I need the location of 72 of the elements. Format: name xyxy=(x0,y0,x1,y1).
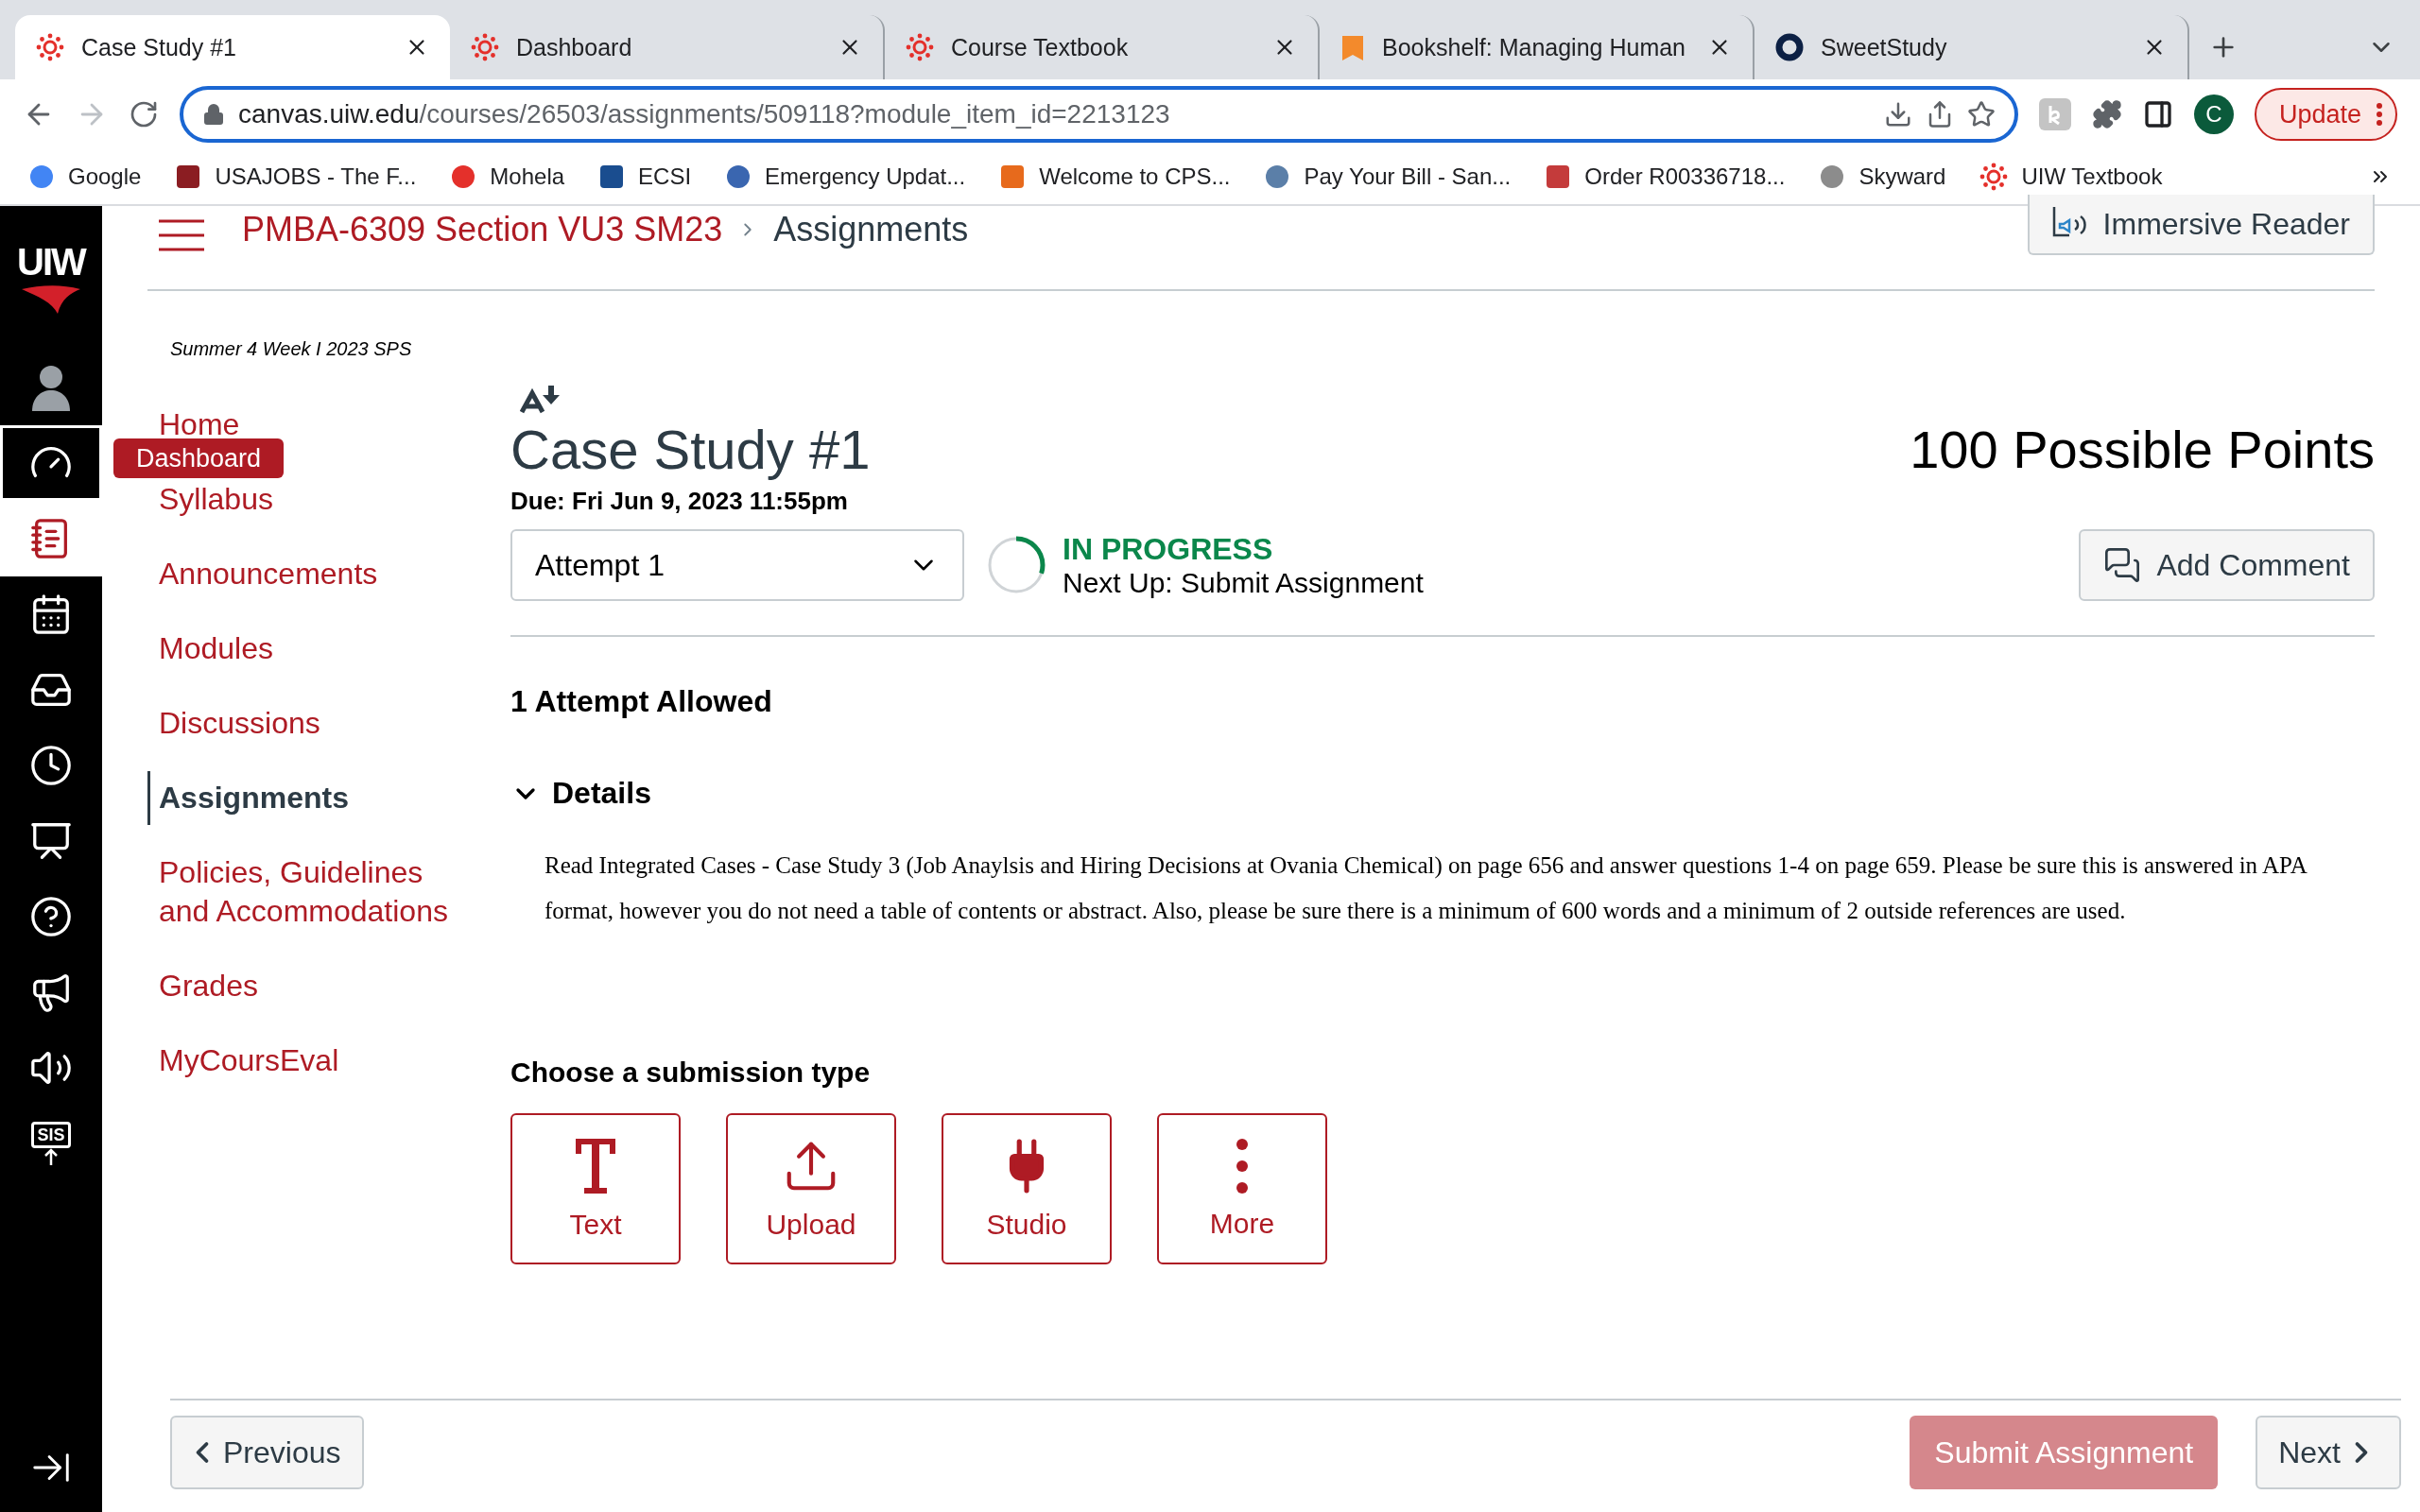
previous-button[interactable]: Previous xyxy=(170,1416,364,1489)
puzzle-icon[interactable] xyxy=(2091,99,2122,129)
course-nav-link[interactable]: Announcements xyxy=(147,547,469,601)
ring-favicon-icon xyxy=(1775,33,1804,61)
attempt-select[interactable]: Attempt 1 xyxy=(510,529,964,601)
canvas-favicon-icon xyxy=(1979,163,2009,191)
canvas-favicon-icon xyxy=(471,33,499,61)
course-nav-link[interactable]: Assignments xyxy=(147,771,469,825)
course-nav-link[interactable]: Policies, Guidelines and Accommodations xyxy=(147,846,469,938)
next-up-text: Next Up: Submit Assignment xyxy=(1063,566,1424,599)
possible-points: 100 Possible Points xyxy=(1910,419,2375,480)
site-favicon-icon xyxy=(598,163,626,190)
canvas-favicon-icon xyxy=(36,33,64,61)
immersive-reader-button[interactable]: Immersive Reader xyxy=(2027,195,2375,255)
bookmark-item[interactable]: Google xyxy=(28,163,142,190)
submission-type-button[interactable]: Studio xyxy=(942,1113,1112,1264)
course-nav-link[interactable]: MyCoursEval xyxy=(147,1034,469,1088)
lock-icon xyxy=(202,103,225,126)
site-favicon-icon xyxy=(1545,163,1572,190)
bookmark-item[interactable]: Emergency Updat... xyxy=(725,163,966,190)
attempts-allowed: 1 Attempt Allowed xyxy=(510,684,773,719)
profile-avatar[interactable]: C xyxy=(2193,94,2234,134)
bookmark-star-icon[interactable] xyxy=(1966,100,1996,129)
university-logo[interactable]: UIW xyxy=(0,206,102,350)
next-button[interactable]: Next xyxy=(2256,1416,2401,1489)
bookmark-item[interactable]: Pay Your Bill - San... xyxy=(1264,163,1512,190)
course-nav-link[interactable]: Grades xyxy=(147,959,469,1013)
submission-type-button[interactable]: Upload xyxy=(726,1113,896,1264)
site-favicon-icon xyxy=(999,163,1027,190)
add-comment-button[interactable]: Add Comment xyxy=(2079,529,2375,601)
course-nav-link[interactable]: Modules xyxy=(147,622,469,676)
breadcrumb-link[interactable]: PMBA-6309 Section VU3 SM23 xyxy=(242,210,723,249)
bookmark-item[interactable]: UIW Textbook xyxy=(1979,163,2163,191)
global-nav-item[interactable] xyxy=(0,425,102,501)
site-favicon-icon xyxy=(28,163,55,190)
bookmark-item[interactable]: Skyward xyxy=(1819,163,1946,190)
browser-tab[interactable]: Case Study #1 xyxy=(15,15,450,79)
update-button[interactable]: Update xyxy=(2254,88,2397,141)
course-nav-link[interactable]: Discussions xyxy=(147,696,469,750)
submission-type-button[interactable]: Text xyxy=(510,1113,681,1264)
details-toggle[interactable]: Details xyxy=(510,776,651,811)
site-favicon-icon xyxy=(175,163,202,190)
bookmark-item[interactable]: Mohela xyxy=(450,163,565,190)
letter-t-icon xyxy=(574,1137,617,1195)
global-nav-item[interactable] xyxy=(0,501,102,576)
more-icon xyxy=(1236,1138,1249,1194)
status-label: IN PROGRESS xyxy=(1063,531,1274,567)
tooltip: Dashboard xyxy=(113,438,285,478)
submission-heading: Choose a submission type xyxy=(510,1057,872,1089)
address-bar[interactable]: canvas.uiw.edu/courses/26503/assignments/509118?module_item_id=2213123 xyxy=(180,86,2018,143)
reload-icon[interactable] xyxy=(129,99,159,129)
global-nav-item[interactable]: SIS xyxy=(0,1106,102,1181)
comments-icon xyxy=(2103,546,2142,584)
more-icon xyxy=(2377,103,2382,126)
clock-icon xyxy=(29,744,73,787)
sis-label: SIS xyxy=(31,1122,71,1148)
font-arrow-icon[interactable] xyxy=(520,386,562,414)
bookmark-item[interactable]: ECSI xyxy=(598,163,692,190)
assignment-description: Read Integrated Cases - Case Study 3 (Job Anaylsis and Hiring Decisions at Ovania Chemical) on page 656 and answer questions 1-4 on page 659. Please be sure this is answered in APA format, however you do not need a table of contents or abstract. Also, please be sure there is a minimum of 600 words and a minimum of 2 outside references are used. xyxy=(544,851,2308,925)
assignment-title: Case Study #1 xyxy=(510,418,871,481)
term-label: Summer 4 Week I 2023 SPS xyxy=(170,338,413,360)
up-arrow-icon xyxy=(43,1148,59,1165)
bookmark-item[interactable]: Welcome to CPS... xyxy=(999,163,1231,190)
canvas-favicon-icon xyxy=(906,33,934,61)
menu-icon[interactable] xyxy=(159,219,204,251)
help-icon xyxy=(29,895,73,938)
side-panel-icon[interactable] xyxy=(2142,99,2173,129)
breadcrumb-current: Assignments xyxy=(773,210,969,249)
bookmark-item[interactable]: USAJOBS - The F... xyxy=(175,163,417,190)
due-date: Due: Fri Jun 9, 2023 11:55pm xyxy=(510,487,849,516)
bookmark-item[interactable]: Order R00336718... xyxy=(1545,163,1786,190)
submission-type-button[interactable]: More xyxy=(1157,1113,1327,1264)
